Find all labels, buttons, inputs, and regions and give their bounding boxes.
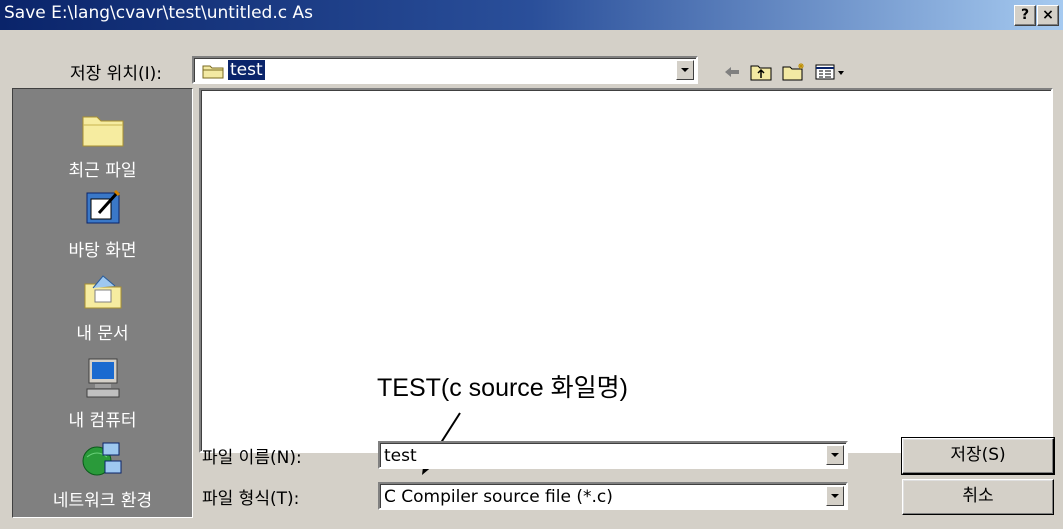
chevron-down-icon[interactable] [826, 486, 844, 506]
window-title: Save E:\lang\cvavr\test\untitled.c As [4, 3, 313, 23]
filename-input[interactable]: test [378, 441, 848, 469]
new-folder-icon[interactable] [782, 62, 806, 82]
my-documents-icon [81, 275, 125, 317]
place-my-documents[interactable]: 내 문서 [13, 272, 192, 344]
save-location-value: test [228, 60, 265, 80]
save-location-combo[interactable]: test [192, 56, 698, 84]
place-recent[interactable]: 최근 파일 [13, 109, 192, 181]
place-label: 내 컴퓨터 [68, 411, 137, 431]
chevron-down-icon[interactable] [826, 445, 844, 465]
filetype-label: 파일 형식(T): [202, 489, 300, 509]
place-desktop[interactable]: 바탕 화면 [13, 189, 192, 261]
place-label: 내 문서 [76, 324, 129, 344]
place-label: 바탕 화면 [68, 241, 137, 261]
help-button[interactable]: ? [1014, 5, 1036, 26]
filename-label: 파일 이름(N): [202, 448, 302, 468]
my-computer-icon [81, 358, 125, 404]
filetype-value: C Compiler source file (*.c) [384, 487, 613, 507]
place-label: 네트워크 환경 [52, 491, 153, 511]
close-button[interactable]: × [1037, 5, 1059, 26]
folder-icon [202, 63, 224, 84]
filename-value: test [384, 446, 417, 466]
annotation-label: TEST(c source 화일명) [377, 374, 628, 402]
filetype-select[interactable]: C Compiler source file (*.c) [378, 482, 848, 510]
desktop-icon [81, 189, 125, 234]
save-button[interactable]: 저장(S) [901, 437, 1055, 475]
network-icon [81, 442, 125, 484]
up-folder-icon[interactable] [750, 62, 772, 82]
places-bar: 최근 파일 바탕 화면 내 문서 내 컴퓨터 네트워크 환경 [12, 88, 193, 518]
folder-icon [80, 116, 126, 154]
place-my-computer[interactable]: 내 컴퓨터 [13, 357, 192, 431]
place-network[interactable]: 네트워크 환경 [13, 439, 192, 511]
cancel-button[interactable]: 취소 [902, 479, 1054, 515]
view-menu-icon[interactable] [814, 62, 848, 82]
place-label: 최근 파일 [68, 161, 137, 181]
title-bar: Save E:\lang\cvavr\test\untitled.c As ? … [0, 0, 1063, 30]
chevron-down-icon[interactable] [676, 60, 694, 80]
back-icon[interactable] [722, 62, 742, 82]
save-location-label: 저장 위치(I): [70, 64, 162, 84]
